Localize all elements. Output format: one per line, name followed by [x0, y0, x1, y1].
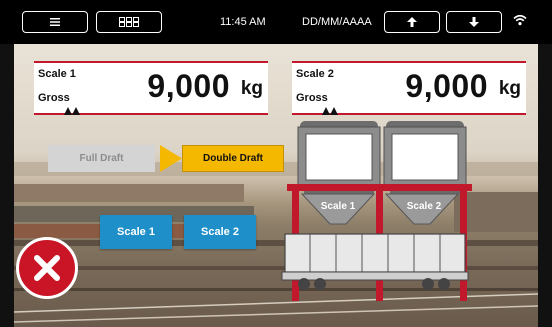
top-bar: 11:45 AM DD/MM/AAAA	[0, 0, 552, 44]
scale2-button[interactable]: Scale 2	[184, 215, 256, 249]
full-draft-button[interactable]: Full Draft	[48, 145, 155, 172]
rail-car	[281, 233, 469, 290]
cancel-button[interactable]	[16, 237, 78, 299]
close-icon	[34, 255, 60, 281]
scroll-up-button[interactable]	[384, 11, 440, 33]
scale1-name: Scale 1	[38, 68, 76, 80]
scale2-weight-value: 9,000	[405, 68, 488, 104]
double-draft-button[interactable]: Double Draft	[182, 145, 284, 172]
scale1-button[interactable]: Scale 1	[100, 215, 172, 249]
grid-icon	[119, 17, 139, 27]
wifi-icon	[513, 14, 527, 26]
scroll-down-button[interactable]	[446, 11, 502, 33]
app-frame: 11:45 AM DD/MM/AAAA Scale 1 Gross 9,000 …	[0, 0, 552, 327]
scale1-weight-value: 9,000	[147, 68, 230, 104]
scale2-mode: Gross	[296, 92, 328, 104]
arrow-right-icon	[160, 145, 182, 172]
arrow-up-icon	[407, 17, 417, 27]
scale1-mode: Gross	[38, 92, 70, 104]
stable-indicator-icon	[322, 107, 338, 115]
scale2-name: Scale 2	[296, 68, 334, 80]
silo-right	[383, 121, 467, 194]
date-display: DD/MM/AAAA	[302, 16, 372, 28]
diagram-scale2-label: Scale 2	[406, 201, 442, 212]
arrow-down-icon	[469, 17, 479, 27]
time-display: 11:45 AM	[220, 16, 266, 28]
diagram-scale1-label: Scale 1	[320, 201, 356, 212]
stable-indicator-icon	[64, 107, 80, 115]
rail-yard-scene: Scale 1 Gross 9,000 kg Scale 2 Gross 9,0…	[14, 44, 538, 327]
menu-button[interactable]	[22, 11, 88, 33]
scale2-unit: kg	[498, 78, 521, 99]
scale1-weight-box[interactable]: Scale 1 Gross 9,000 kg	[34, 61, 268, 115]
grid-button[interactable]	[96, 11, 162, 33]
silo-left	[297, 121, 381, 194]
scale1-unit: kg	[240, 78, 263, 99]
scale2-weight-box[interactable]: Scale 2 Gross 9,000 kg	[292, 61, 526, 115]
menu-icon	[50, 18, 60, 26]
